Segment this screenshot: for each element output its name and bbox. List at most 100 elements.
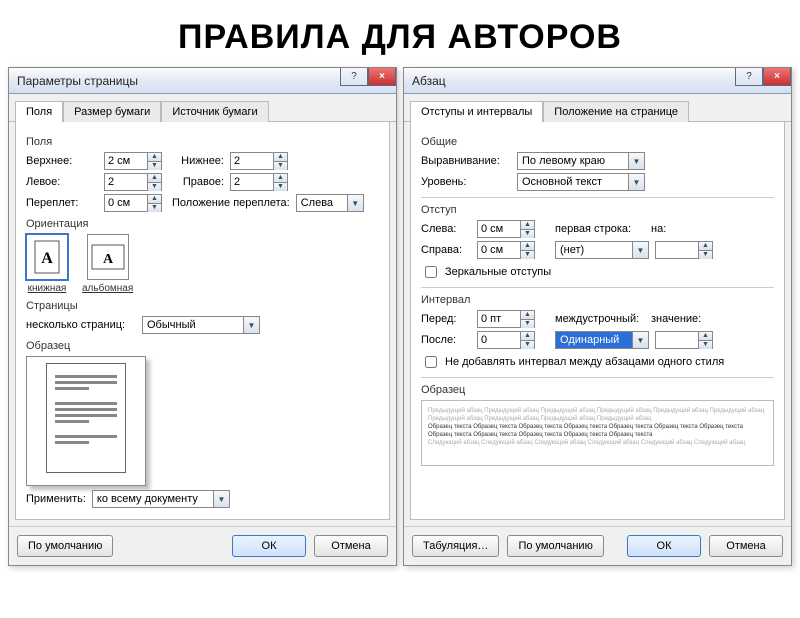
space-after-input[interactable]: ▲▼ [477, 331, 535, 349]
chevron-down-icon[interactable]: ▼ [213, 491, 229, 507]
outline-level-select[interactable]: Основной текст ▼ [517, 173, 645, 191]
spin-down-icon[interactable]: ▼ [698, 251, 712, 259]
paragraph-preview: Предыдущий абзац Предыдущий абзац Предыд… [421, 400, 774, 466]
spin-down-icon[interactable]: ▼ [520, 251, 534, 259]
page-setup-dialog: Параметры страницы ? × Поля Размер бумаг… [8, 67, 397, 566]
spin-down-icon[interactable]: ▼ [147, 162, 161, 170]
space-after-field[interactable] [478, 332, 520, 348]
spin-down-icon[interactable]: ▼ [698, 341, 712, 349]
multi-pages-select[interactable]: Обычный ▼ [142, 316, 260, 334]
tab-position[interactable]: Положение на странице [543, 101, 689, 122]
space-before-field[interactable] [478, 311, 520, 327]
pages-group-label: Страницы [26, 300, 379, 312]
indent-left-label: Слева: [421, 223, 471, 235]
bottom-margin-input[interactable]: ▲▼ [230, 152, 288, 170]
at-label: значение: [651, 313, 701, 325]
no-space-same-style-checkbox[interactable] [425, 356, 437, 368]
indent-left-input[interactable]: ▲▼ [477, 220, 535, 238]
chevron-down-icon[interactable]: ▼ [347, 195, 363, 211]
top-margin-input[interactable]: ▲▼ [104, 152, 162, 170]
spin-down-icon[interactable]: ▼ [147, 204, 161, 212]
firstline-label: первая строка: [555, 223, 645, 235]
spin-up-icon[interactable]: ▲ [520, 332, 534, 341]
apply-to-label: Применить: [26, 493, 86, 505]
spacing-group-label: Интервал [421, 294, 774, 306]
spin-down-icon[interactable]: ▼ [520, 341, 534, 349]
chevron-down-icon[interactable]: ▼ [632, 332, 648, 348]
spin-down-icon[interactable]: ▼ [273, 183, 287, 191]
top-margin-field[interactable] [105, 153, 147, 169]
spin-up-icon[interactable]: ▲ [520, 242, 534, 251]
tab-fields[interactable]: Поля [15, 101, 63, 122]
tabs-button[interactable]: Табуляция… [412, 535, 499, 557]
space-before-input[interactable]: ▲▼ [477, 310, 535, 328]
cancel-button[interactable]: Отмена [314, 535, 388, 557]
preview-group-label: Образец [421, 384, 774, 396]
spin-up-icon[interactable]: ▲ [698, 242, 712, 251]
close-button[interactable]: × [763, 68, 791, 86]
spin-up-icon[interactable]: ▲ [273, 153, 287, 162]
close-button[interactable]: × [368, 68, 396, 86]
ok-button[interactable]: ОК [232, 535, 306, 557]
right-margin-label: Правое: [168, 176, 224, 188]
spin-down-icon[interactable]: ▼ [520, 230, 534, 238]
gutter-input[interactable]: ▲▼ [104, 194, 162, 212]
defaults-button[interactable]: По умолчанию [507, 535, 603, 557]
dialog-title: Абзац [412, 74, 446, 88]
tab-paper-size[interactable]: Размер бумаги [63, 101, 161, 122]
orientation-group-label: Ориентация [26, 218, 379, 230]
spin-down-icon[interactable]: ▼ [520, 320, 534, 328]
help-button[interactable]: ? [735, 68, 763, 86]
left-margin-field[interactable] [105, 174, 147, 190]
line-spacing-label: междустрочный: [555, 313, 645, 325]
titlebar: Параметры страницы ? × [9, 68, 396, 94]
spin-up-icon[interactable]: ▲ [698, 332, 712, 341]
firstline-select[interactable]: (нет) ▼ [555, 241, 649, 259]
defaults-button[interactable]: По умолчанию [17, 535, 113, 557]
indent-right-input[interactable]: ▲▼ [477, 241, 535, 259]
orientation-landscape-label: альбомная [82, 283, 133, 294]
spin-up-icon[interactable]: ▲ [147, 195, 161, 204]
chevron-down-icon[interactable]: ▼ [632, 242, 648, 258]
spin-down-icon[interactable]: ▼ [147, 183, 161, 191]
chevron-down-icon[interactable]: ▼ [628, 174, 644, 190]
ok-button[interactable]: ОК [627, 535, 701, 557]
no-space-same-style-label: Не добавлять интервал между абзацами одн… [445, 356, 724, 368]
alignment-select[interactable]: По левому краю ▼ [517, 152, 645, 170]
indent-right-field[interactable] [478, 242, 520, 258]
apply-to-select[interactable]: ко всему документу ▼ [92, 490, 230, 508]
left-margin-input[interactable]: ▲▼ [104, 173, 162, 191]
indent-left-field[interactable] [478, 221, 520, 237]
spin-up-icon[interactable]: ▲ [147, 174, 161, 183]
tab-indents[interactable]: Отступы и интервалы [410, 101, 543, 122]
line-spacing-at-field[interactable] [656, 332, 698, 348]
gutter-pos-select[interactable]: Слева ▼ [296, 194, 364, 212]
chevron-down-icon[interactable]: ▼ [628, 153, 644, 169]
titlebar: Абзац ? × [404, 68, 791, 94]
firstline-by-input[interactable]: ▲▼ [655, 241, 713, 259]
tab-paper-source[interactable]: Источник бумаги [161, 101, 268, 122]
line-spacing-at-input[interactable]: ▲▼ [655, 331, 713, 349]
right-margin-field[interactable] [231, 174, 273, 190]
orientation-portrait[interactable]: A книжная [26, 234, 68, 294]
spin-up-icon[interactable]: ▲ [520, 221, 534, 230]
bottom-margin-field[interactable] [231, 153, 273, 169]
tab-strip: Поля Размер бумаги Источник бумаги [9, 94, 396, 122]
by-label: на: [651, 223, 681, 235]
right-margin-input[interactable]: ▲▼ [230, 173, 288, 191]
chevron-down-icon[interactable]: ▼ [243, 317, 259, 333]
mirror-indents-label: Зеркальные отступы [445, 266, 551, 278]
spin-up-icon[interactable]: ▲ [520, 311, 534, 320]
svg-text:A: A [103, 252, 114, 267]
spin-down-icon[interactable]: ▼ [273, 162, 287, 170]
orientation-landscape[interactable]: A альбомная [82, 234, 133, 294]
help-button[interactable]: ? [340, 68, 368, 86]
spin-up-icon[interactable]: ▲ [273, 174, 287, 183]
line-spacing-select[interactable]: Одинарный ▼ [555, 331, 649, 349]
spin-up-icon[interactable]: ▲ [147, 153, 161, 162]
cancel-button[interactable]: Отмена [709, 535, 783, 557]
gutter-field[interactable] [105, 195, 147, 211]
page-title: ПРАВИЛА ДЛЯ АВТОРОВ [0, 18, 800, 57]
firstline-by-field[interactable] [656, 242, 698, 258]
mirror-indents-checkbox[interactable] [425, 266, 437, 278]
